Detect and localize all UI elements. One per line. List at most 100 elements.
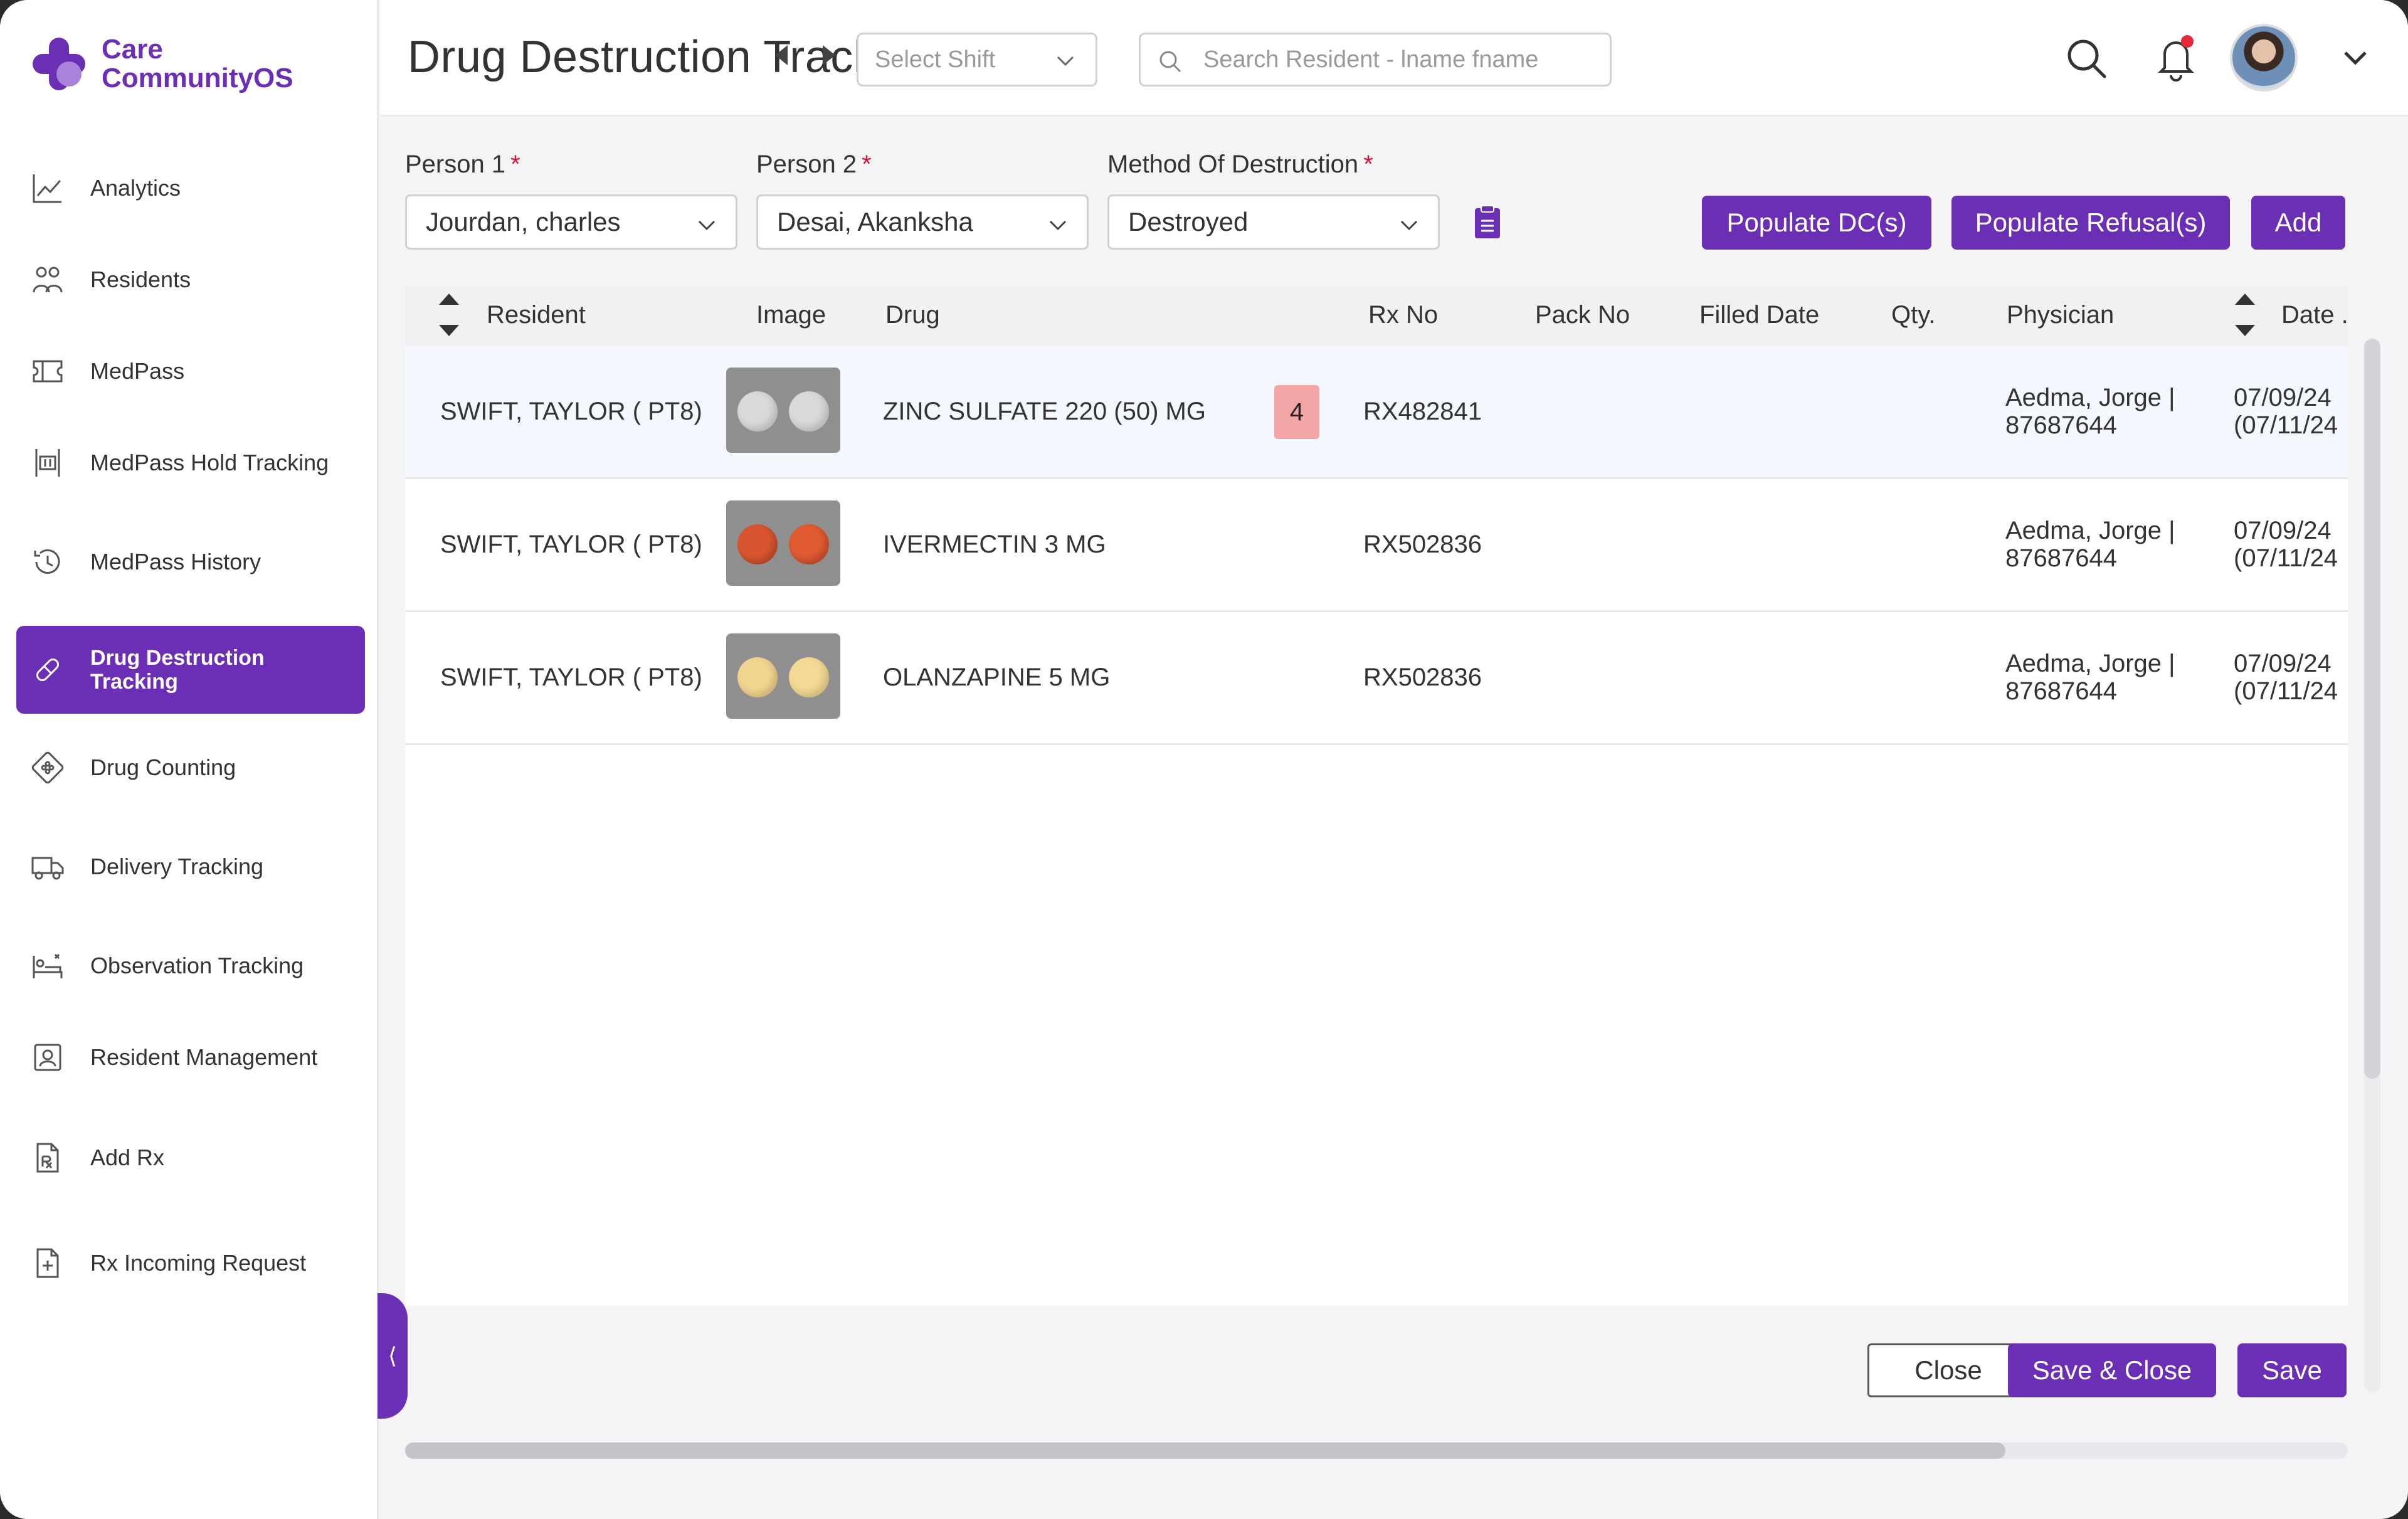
sidebar-item-medpass-hold-tracking[interactable]: MedPass Hold Tracking bbox=[16, 419, 365, 507]
sidebar-item-drug-destruction-tracking[interactable]: Drug Destruction Tracking bbox=[16, 626, 365, 714]
sidebar-item-drug-counting[interactable]: Drug Counting bbox=[16, 724, 365, 812]
sidebar-item-observation-tracking[interactable]: Observation Tracking bbox=[16, 922, 365, 1010]
required-mark: * bbox=[1363, 151, 1373, 178]
rx-no-cell: RX482841 bbox=[1363, 398, 1482, 425]
date-primary: 07/09/24 bbox=[2234, 650, 2331, 677]
physician-id: 87687644 bbox=[2005, 544, 2117, 572]
date-secondary: (07/11/24 bbox=[2234, 411, 2338, 439]
bed-icon bbox=[30, 948, 65, 983]
physician-name: Aedma, Jorge | bbox=[2005, 517, 2175, 544]
chart-line-icon bbox=[30, 171, 65, 206]
table-row[interactable]: SWIFT, TAYLOR ( PT8) ZINC SULFATE 220 (5… bbox=[405, 346, 2348, 479]
shift-select[interactable]: Select Shift bbox=[857, 33, 1097, 87]
column-header-filled-date[interactable]: Filled Date bbox=[1699, 301, 1819, 329]
search-icon bbox=[1159, 51, 1181, 73]
method-label: Method Of Destruction * bbox=[1107, 151, 1373, 179]
sidebar-item-medpass-history[interactable]: MedPass History bbox=[16, 518, 365, 606]
column-header-qty[interactable]: Qty. bbox=[1891, 301, 1935, 329]
sidebar: Care CommunityOS Analytics Residents Med… bbox=[0, 0, 379, 1519]
sidebar-item-medpass[interactable]: MedPass bbox=[16, 327, 365, 415]
chevron-down-icon bbox=[1049, 220, 1067, 231]
column-header-resident[interactable]: Resident bbox=[487, 301, 586, 329]
clipboard-icon[interactable] bbox=[1474, 204, 1501, 240]
sidebar-item-analytics[interactable]: Analytics bbox=[16, 144, 365, 232]
vertical-scrollbar-thumb[interactable] bbox=[2364, 339, 2380, 1079]
person2-label: Person 2 * bbox=[756, 151, 872, 179]
sidebar-item-label: Add Rx bbox=[90, 1145, 165, 1170]
column-header-date[interactable]: Date . bbox=[2281, 301, 2348, 329]
id-card-icon bbox=[30, 1040, 65, 1075]
table-row[interactable]: SWIFT, TAYLOR ( PT8) OLANZAPINE 5 MG RX5… bbox=[405, 612, 2348, 745]
sidebar-item-label: MedPass Hold Tracking bbox=[90, 450, 329, 475]
logo[interactable]: Care CommunityOS bbox=[30, 33, 293, 95]
sidebar-item-resident-management[interactable]: Resident Management bbox=[16, 1014, 365, 1101]
next-shift-arrow-icon[interactable] bbox=[823, 45, 835, 65]
person1-select[interactable]: Jourdan, charles bbox=[405, 194, 737, 250]
drug-cell: IVERMECTIN 3 MG bbox=[883, 531, 1106, 558]
pill-right bbox=[789, 524, 829, 564]
method-select[interactable]: Destroyed bbox=[1107, 194, 1440, 250]
search-placeholder: Search Resident - lname fname bbox=[1203, 46, 1539, 73]
column-header-pack-no[interactable]: Pack No bbox=[1535, 301, 1630, 329]
column-header-image: Image bbox=[756, 301, 826, 329]
sort-desc-icon[interactable] bbox=[439, 325, 459, 336]
person1-value: Jourdan, charles bbox=[426, 207, 621, 236]
populate-dc-button[interactable]: Populate DC(s) bbox=[1702, 196, 1931, 250]
blister-pack-icon bbox=[30, 750, 65, 785]
logo-line2: CommunityOS bbox=[102, 63, 293, 93]
sidebar-item-label: Analytics bbox=[90, 175, 181, 201]
bell-icon[interactable] bbox=[2152, 33, 2200, 83]
pill-icon bbox=[30, 652, 65, 687]
sidebar-item-label: Drug Destruction Tracking bbox=[90, 646, 265, 694]
pill-left bbox=[737, 657, 778, 697]
chevron-down-icon[interactable] bbox=[2342, 48, 2369, 69]
sidebar-item-delivery-tracking[interactable]: Delivery Tracking bbox=[16, 823, 365, 911]
person2-select[interactable]: Desai, Akanksha bbox=[756, 194, 1089, 250]
column-header-physician[interactable]: Physician bbox=[2007, 301, 2114, 329]
drug-image bbox=[726, 633, 840, 719]
chevron-down-icon bbox=[1057, 56, 1074, 66]
sidebar-item-residents[interactable]: Residents bbox=[16, 236, 365, 324]
close-button[interactable]: Close bbox=[1867, 1343, 2029, 1397]
physician-cell: Aedma, Jorge | 87687644 bbox=[2005, 384, 2175, 439]
app-window: Care CommunityOS Analytics Residents Med… bbox=[0, 0, 2408, 1519]
person2-value: Desai, Akanksha bbox=[777, 207, 973, 236]
prev-shift-arrow-icon[interactable] bbox=[775, 45, 788, 65]
sidebar-item-label: Residents bbox=[90, 267, 191, 292]
rx-no-cell: RX502836 bbox=[1363, 664, 1482, 691]
logo-line1: Care bbox=[102, 34, 163, 65]
sidebar-item-label: Rx Incoming Request bbox=[90, 1250, 307, 1276]
rx-no-cell: RX502836 bbox=[1363, 531, 1482, 558]
resident-cell: SWIFT, TAYLOR ( PT8) bbox=[440, 531, 702, 558]
sidebar-item-add-rx[interactable]: Add Rx bbox=[16, 1114, 365, 1202]
add-button[interactable]: Add bbox=[2251, 196, 2345, 250]
count-badge: 4 bbox=[1274, 385, 1319, 439]
date-secondary: (07/11/24 bbox=[2234, 544, 2338, 572]
required-mark: * bbox=[510, 151, 520, 178]
physician-name: Aedma, Jorge | bbox=[2005, 384, 2175, 411]
date-primary: 07/09/24 bbox=[2234, 384, 2331, 411]
search-input[interactable]: Search Resident - lname fname bbox=[1139, 33, 1612, 87]
search-icon[interactable] bbox=[2064, 36, 2108, 80]
pill-left bbox=[737, 524, 778, 564]
column-header-drug[interactable]: Drug bbox=[885, 301, 940, 329]
sidebar-item-rx-incoming-request[interactable]: Rx Incoming Request bbox=[16, 1219, 365, 1307]
save-button[interactable]: Save bbox=[2237, 1343, 2347, 1397]
table-row[interactable]: SWIFT, TAYLOR ( PT8) IVERMECTIN 3 MG RX5… bbox=[405, 479, 2348, 612]
sidebar-item-label: Drug Counting bbox=[90, 754, 236, 780]
populate-refusal-button[interactable]: Populate Refusal(s) bbox=[1951, 196, 2230, 250]
method-value: Destroyed bbox=[1128, 207, 1249, 236]
sort-asc-icon[interactable] bbox=[439, 294, 459, 305]
sidebar-collapse-button[interactable]: ⟨ bbox=[378, 1293, 408, 1419]
resident-cell: SWIFT, TAYLOR ( PT8) bbox=[440, 664, 702, 691]
save-close-button[interactable]: Save & Close bbox=[2008, 1343, 2216, 1397]
column-header-rx-no[interactable]: Rx No bbox=[1368, 301, 1438, 329]
avatar[interactable] bbox=[2230, 24, 2298, 92]
chevron-down-icon bbox=[698, 220, 716, 231]
sidebar-item-label: MedPass History bbox=[90, 549, 261, 574]
rx-file-icon bbox=[30, 1140, 65, 1175]
sort-desc-icon[interactable] bbox=[2235, 325, 2255, 336]
sort-asc-icon[interactable] bbox=[2235, 294, 2255, 305]
horizontal-scrollbar-thumb[interactable] bbox=[405, 1442, 2005, 1459]
drug-cell: OLANZAPINE 5 MG bbox=[883, 664, 1111, 691]
